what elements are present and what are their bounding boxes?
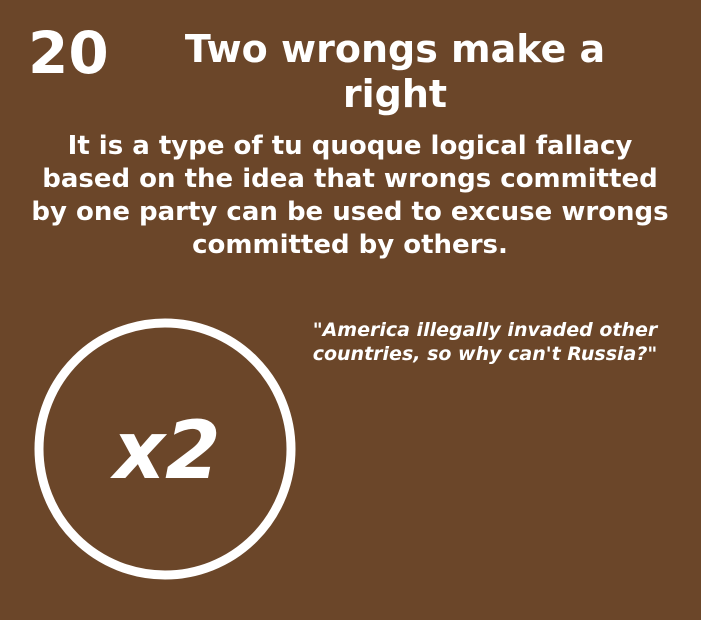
badge-label: x2 (109, 404, 220, 497)
card-title: Two wrongs make a right (184, 27, 606, 116)
times-two-circle-icon: x2 (32, 316, 298, 582)
card-number: 20 (28, 19, 109, 87)
fallacy-card: 20 Two wrongs make a right It is a type … (0, 0, 701, 620)
badge-graphic: x2 (34, 318, 296, 580)
example-quote: "America illegally invaded other countri… (312, 319, 658, 365)
card-description: It is a type of tu quoque logical fallac… (31, 131, 669, 260)
